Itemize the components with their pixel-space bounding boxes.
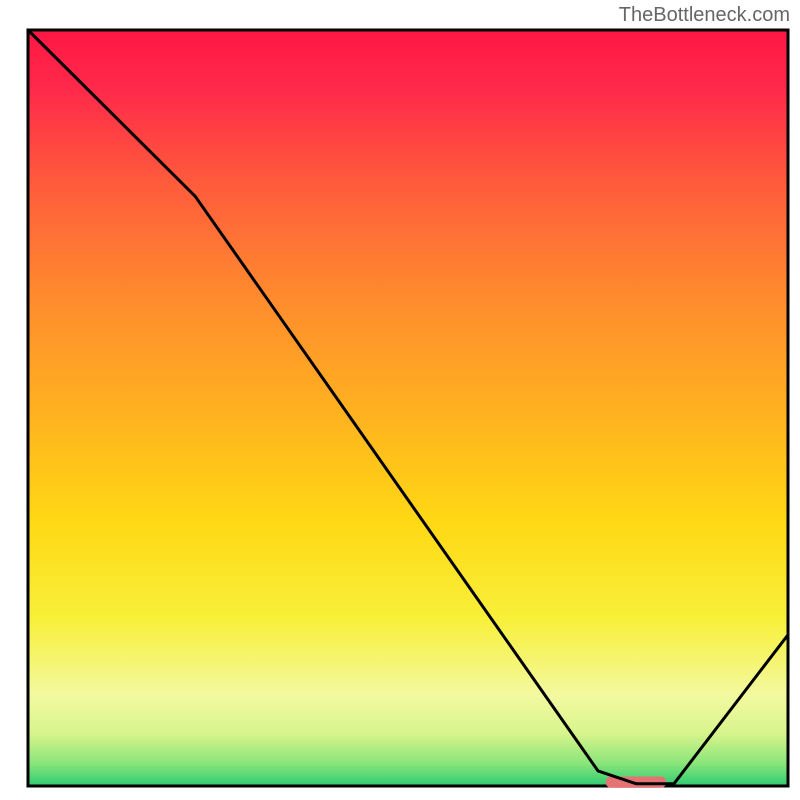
chart-container: TheBottleneck.com	[0, 0, 800, 800]
bottleneck-chart	[0, 0, 800, 800]
watermark-text: TheBottleneck.com	[619, 4, 790, 27]
